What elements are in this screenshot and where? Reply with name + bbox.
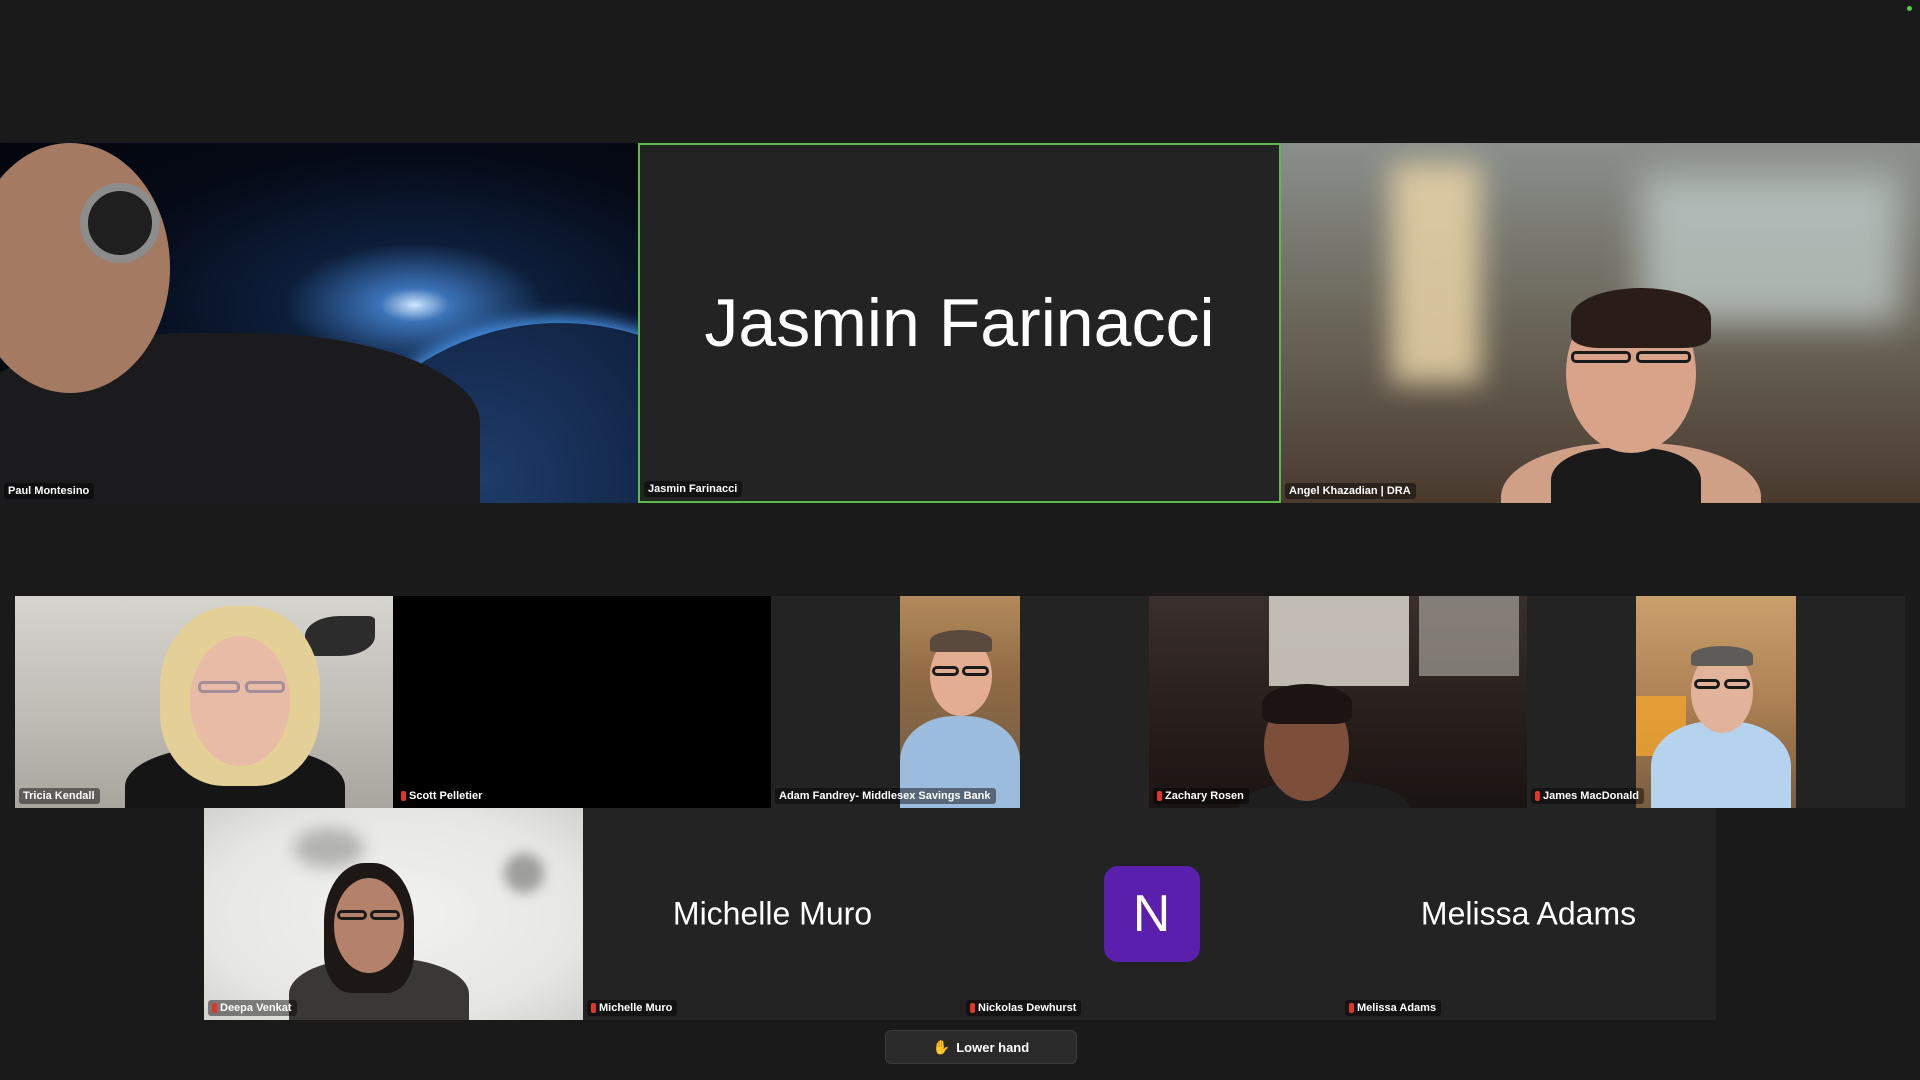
video-tile-michelle-muro[interactable]: Michelle Muro Michelle Muro [583, 808, 962, 1020]
video-tile-jasmin-farinacci[interactable]: Jasmin Farinacci Jasmin Farinacci [638, 143, 1281, 503]
video-tile-adam-fandrey[interactable]: Adam Fandrey- Middlesex Savings Bank [771, 596, 1149, 808]
mic-muted-icon [1157, 791, 1162, 801]
avatar: N [1103, 866, 1200, 962]
participant-display-name: Jasmin Farinacci [704, 285, 1215, 361]
video-tile-angel-khazadian[interactable]: Angel Khazadian | DRA [1281, 143, 1920, 503]
participant-video-paul [0, 143, 520, 503]
participant-display-name: Michelle Muro [672, 895, 873, 932]
video-tile-tricia-kendall[interactable]: Tricia Kendall [15, 596, 393, 808]
mic-muted-icon [591, 1003, 596, 1013]
video-tile-deepa-venkat[interactable]: Deepa Venkat [204, 808, 583, 1020]
participant-name-tag: Scott Pelletier [397, 788, 488, 804]
video-tile-scott-pelletier[interactable]: Scott Pelletier [393, 596, 771, 808]
mic-muted-icon [401, 791, 406, 801]
participant-name-tag: Melissa Adams [1345, 1000, 1442, 1016]
video-tile-paul-montesino[interactable]: Paul Montesino [0, 143, 638, 503]
participant-name-tag: Michelle Muro [587, 1000, 678, 1016]
mic-muted-icon [1349, 1003, 1354, 1013]
participant-video-adam [900, 596, 1020, 808]
mic-muted-icon [1535, 791, 1540, 801]
lower-hand-label: Lower hand [956, 1039, 1030, 1055]
participant-name-tag: Deepa Venkat [208, 1000, 297, 1016]
participant-video-zachary [1149, 596, 1527, 808]
raised-hand-icon: ✋ [932, 1038, 951, 1055]
participant-video-angel [1281, 143, 1920, 503]
video-tile-zachary-rosen[interactable]: Zachary Rosen [1149, 596, 1527, 808]
lower-hand-button[interactable]: ✋ Lower hand [885, 1030, 1077, 1064]
status-indicator [1907, 6, 1912, 11]
participant-name-tag: Nickolas Dewhurst [966, 1000, 1082, 1016]
video-tile-nickolas-dewhurst[interactable]: N Nickolas Dewhurst [962, 808, 1341, 1020]
participant-video-james [1636, 596, 1796, 808]
participant-name-tag: Paul Montesino [4, 483, 95, 499]
participant-name-tag: James MacDonald [1531, 788, 1644, 804]
participant-video-tricia [15, 596, 393, 808]
participant-name-tag: Angel Khazadian | DRA [1285, 483, 1416, 499]
mic-muted-icon [970, 1003, 975, 1013]
participant-name-tag: Tricia Kendall [19, 788, 100, 804]
mic-muted-icon [212, 1003, 217, 1013]
participant-name-tag: Zachary Rosen [1153, 788, 1249, 804]
participant-display-name: Melissa Adams [1420, 895, 1637, 932]
video-tile-james-macdonald[interactable]: James MacDonald [1527, 596, 1905, 808]
participant-video-deepa [204, 808, 583, 1020]
participant-name-tag: Adam Fandrey- Middlesex Savings Bank [775, 788, 996, 804]
participant-name-tag: Jasmin Farinacci [644, 481, 743, 497]
video-tile-melissa-adams[interactable]: Melissa Adams Melissa Adams [1341, 808, 1716, 1020]
